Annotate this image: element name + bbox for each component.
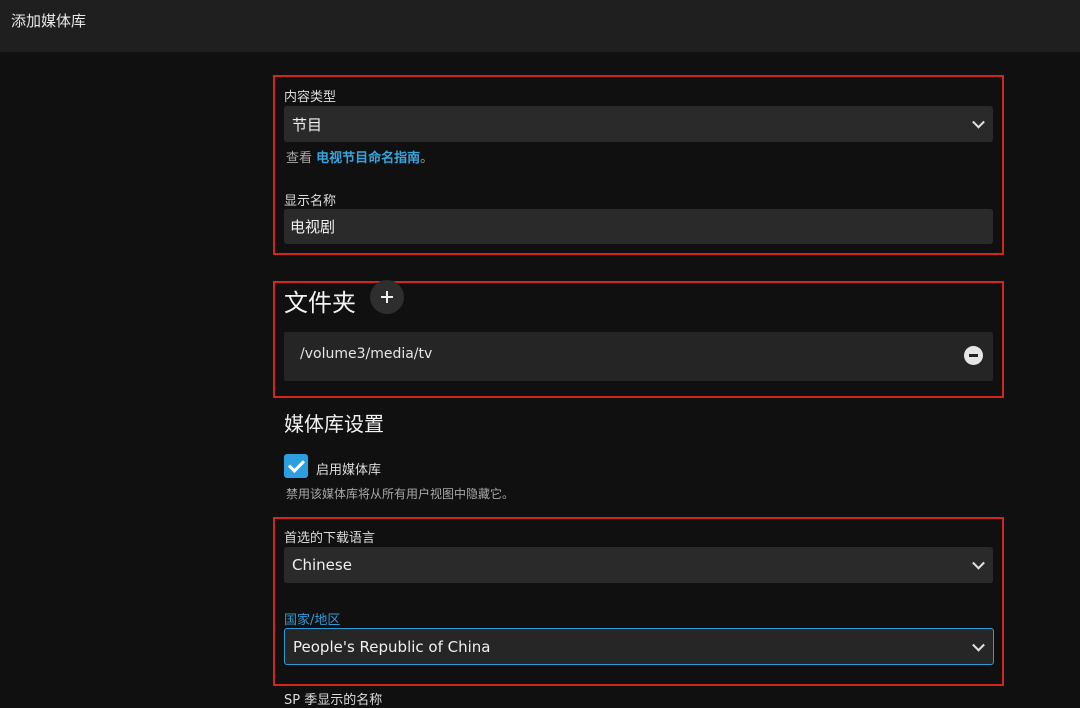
special-season-label: SP 季显示的名称 <box>284 693 383 708</box>
title-bar: 添加媒体库 <box>0 0 1080 52</box>
plus-icon <box>381 291 393 303</box>
enable-library-label: 启用媒体库 <box>316 463 382 478</box>
country-value: People's Republic of China <box>293 637 491 656</box>
naming-guide-hint: 查看 电视节目命名指南。 <box>286 151 434 166</box>
content-type-value: 节目 <box>292 115 323 134</box>
display-name-input[interactable]: 电视剧 <box>284 209 993 244</box>
chevron-down-icon <box>972 115 985 129</box>
library-settings-title: 媒体库设置 <box>284 412 384 436</box>
chevron-down-icon <box>972 556 985 570</box>
display-name-label: 显示名称 <box>284 194 337 209</box>
folder-list-item: /volume3/media/tv <box>284 332 993 381</box>
page-title: 添加媒体库 <box>11 12 87 30</box>
folder-path: /volume3/media/tv <box>300 346 433 362</box>
content-type-select[interactable]: 节目 <box>284 106 993 142</box>
add-folder-button[interactable] <box>370 280 404 314</box>
download-language-label: 首选的下载语言 <box>284 531 376 546</box>
country-select[interactable]: People's Republic of China <box>284 628 994 665</box>
display-name-value: 电视剧 <box>290 218 336 236</box>
download-language-select[interactable]: Chinese <box>284 547 993 583</box>
download-language-value: Chinese <box>292 556 352 574</box>
dialog-body: 内容类型 节目 查看 电视节目命名指南。 显示名称 电视剧 文件夹 /volum… <box>0 52 1080 708</box>
country-label: 国家/地区 <box>284 613 341 628</box>
content-type-label: 内容类型 <box>284 90 337 105</box>
folders-title: 文件夹 <box>284 289 356 317</box>
chevron-down-icon <box>972 638 985 652</box>
remove-folder-icon[interactable] <box>964 346 983 365</box>
naming-guide-link[interactable]: 电视节目命名指南 <box>316 151 420 166</box>
enable-library-checkbox[interactable] <box>284 454 308 478</box>
enable-library-hint: 禁用该媒体库将从所有用户视图中隐藏它。 <box>286 487 515 501</box>
